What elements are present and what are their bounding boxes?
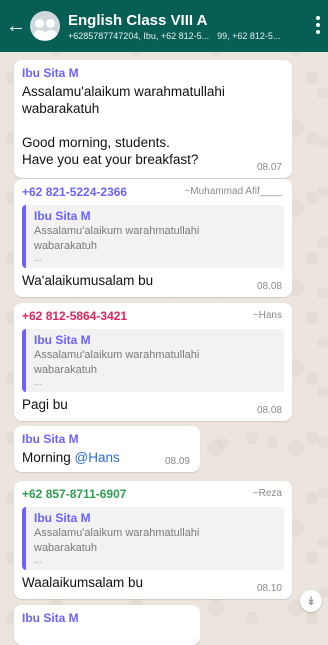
more-vert-icon[interactable] [316, 16, 320, 37]
message-text-line: wabarakatuh [22, 101, 100, 116]
members-right: 99, +62 812-5... [217, 30, 281, 41]
message-bubble[interactable]: Ibu Sita M [14, 605, 200, 645]
quote-sender: Ibu Sita M [34, 511, 91, 525]
message-time: 08.10 [256, 583, 282, 594]
quote-ellipsis: ... [34, 555, 43, 566]
group-title: English Class VIII A [68, 11, 208, 29]
back-arrow-icon[interactable]: ← [6, 16, 28, 36]
group-info[interactable]: English Class VIII A +6285787747204, Ibu… [68, 12, 300, 41]
message-sender: +62 857-8711-6907 [22, 487, 127, 501]
quote-text: Assalamu'alaikum warahmatullahi [34, 225, 200, 237]
message-bubble[interactable]: +62 857-8711-6907 ~Reza Ibu Sita M Assal… [14, 481, 292, 599]
message-time: 08.09 [164, 456, 190, 467]
mention-link[interactable]: @Hans [75, 450, 120, 465]
message-text-line: Good morning, students. [22, 135, 170, 150]
sender-alias: ~Hans [252, 310, 282, 321]
message-sender: Ibu Sita M [22, 66, 79, 80]
message-text: Wa'alaikumusalam bu [22, 273, 154, 288]
quoted-message[interactable]: Ibu Sita M Assalamu'alaikum warahmatulla… [22, 205, 284, 268]
quote-text: Assalamu'alaikum warahmatullahi [34, 349, 200, 361]
message-sender: +62 812-5864-3421 [22, 309, 128, 323]
members-left: +6285787747204, Ibu, +62 812-5... [68, 30, 210, 41]
message-time: 08.07 [256, 162, 282, 173]
message-sender: Ibu Sita M [22, 611, 79, 625]
message-text-line: Have you eat your breakfast? [22, 152, 199, 167]
group-avatar-icon[interactable] [30, 11, 60, 41]
quote-ellipsis: ... [34, 377, 43, 388]
quote-text: wabarakatuh [34, 364, 97, 376]
message-bubble[interactable]: Ibu Sita M Morning @Hans 08.09 [14, 426, 200, 472]
message-time: 08.08 [256, 405, 282, 416]
quote-text: wabarakatuh [34, 542, 97, 554]
message-text-line: Assalamu'alaikum warahmatullahi [22, 84, 225, 99]
quote-sender: Ibu Sita M [34, 209, 91, 223]
quote-ellipsis: ... [34, 253, 43, 264]
chevron-double-down-icon[interactable]: ↡ [300, 590, 322, 612]
message-bubble[interactable]: +62 812-5864-3421 ~Hans Ibu Sita M Assal… [14, 303, 292, 421]
sender-alias: ~Muhammad Afif____ [184, 186, 282, 197]
sender-alias: ~Reza [252, 488, 282, 499]
message-bubble[interactable]: Ibu Sita M Assalamu'alaikum warahmatulla… [14, 60, 292, 178]
quoted-message[interactable]: Ibu Sita M Assalamu'alaikum warahmatulla… [22, 507, 284, 570]
chat-header[interactable]: ← English Class VIII A +6285787747204, I… [0, 0, 328, 52]
message-time: 08.08 [256, 281, 282, 292]
message-bubble[interactable]: +62 821-5224-2366 ~Muhammad Afif____ Ibu… [14, 179, 292, 297]
quote-text: Assalamu'alaikum warahmatullahi [34, 527, 200, 539]
group-members: +6285787747204, Ibu, +62 812-5... 99, +62… [68, 31, 300, 41]
message-text-plain: Morning [22, 450, 71, 465]
message-sender: Ibu Sita M [22, 432, 79, 446]
quote-sender: Ibu Sita M [34, 333, 91, 347]
message-text: Waalaikumsalam bu [22, 575, 144, 590]
quote-text: wabarakatuh [34, 240, 97, 252]
quoted-message[interactable]: Ibu Sita M Assalamu'alaikum warahmatulla… [22, 329, 284, 392]
message-text: Pagi bu [22, 397, 68, 412]
